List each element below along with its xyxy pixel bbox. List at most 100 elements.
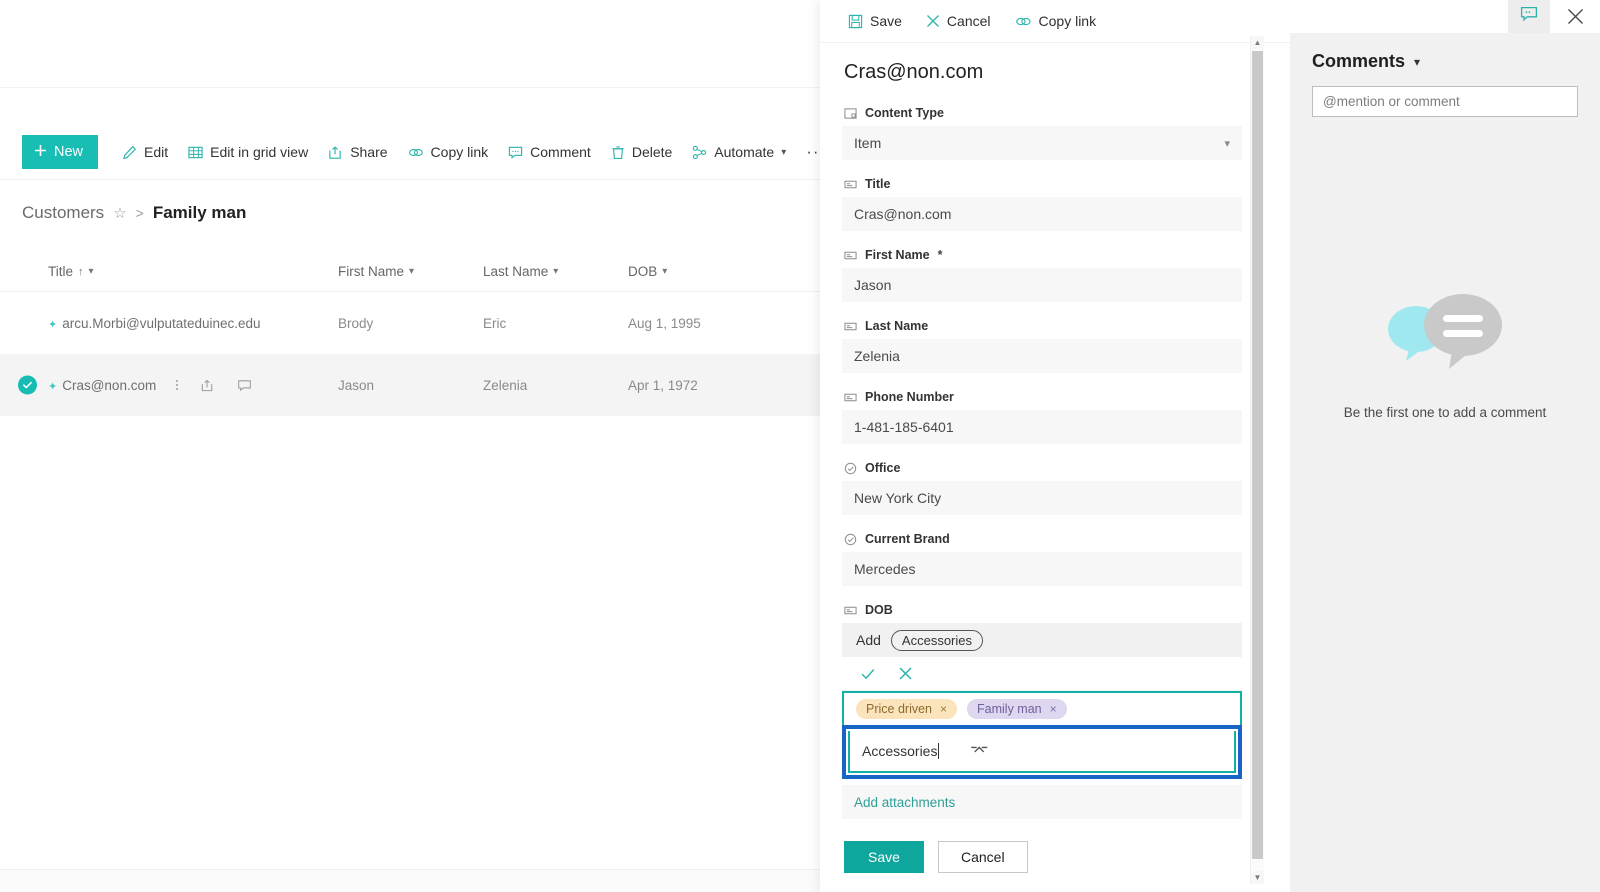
confirm-check-icon[interactable]	[860, 666, 876, 682]
column-header-first-name[interactable]: First Name ▾	[338, 264, 483, 279]
scrollbar-thumb[interactable]	[1252, 51, 1263, 859]
new-button[interactable]: New	[22, 135, 99, 169]
scroll-up-arrow-icon[interactable]: ▲	[1251, 36, 1264, 49]
chevron-down-icon[interactable]: ▾	[89, 266, 94, 277]
chevron-down-icon[interactable]: ▾	[553, 266, 558, 277]
field-label-dob: DOB	[842, 603, 1242, 617]
chevron-down-icon[interactable]: ▾	[1224, 137, 1230, 150]
tag-chip[interactable]: Family man ×	[967, 699, 1067, 719]
form-scrollbar[interactable]: ▲ ▼	[1250, 36, 1264, 884]
field-value-current-brand[interactable]: Mercedes	[842, 552, 1242, 586]
trash-icon	[611, 145, 625, 160]
field-value-office[interactable]: New York City	[842, 481, 1242, 515]
field-first-name: First Name * Jason	[842, 248, 1242, 302]
field-value-last-name-text: Zelenia	[854, 348, 900, 364]
column-header-last-name[interactable]: Last Name ▾	[483, 264, 628, 279]
cell-title[interactable]: ✦ Cras@non.com	[48, 378, 338, 393]
breadcrumb-current: Family man	[152, 203, 247, 222]
link-icon	[1015, 14, 1032, 29]
form-save-command-label: Save	[870, 13, 902, 29]
choice-icon	[844, 462, 857, 475]
chevron-down-icon[interactable]: ▾	[662, 266, 667, 277]
row-comment-icon[interactable]	[237, 378, 252, 393]
field-label-last-name-text: Last Name	[865, 319, 929, 333]
tag-remove-icon[interactable]: ×	[1050, 702, 1057, 716]
close-icon	[926, 14, 940, 28]
copy-link-label: Copy link	[430, 144, 489, 160]
field-value-content-type[interactable]: Item ▾	[842, 126, 1242, 160]
text-caret	[938, 743, 940, 759]
edit-button[interactable]: Edit	[112, 135, 178, 169]
table-row[interactable]: ✦ Cras@non.com Jason Zelenia Apr 1, 1972	[0, 354, 820, 416]
row-more-options-icon[interactable]	[176, 380, 179, 390]
column-header-dob[interactable]: DOB ▾	[628, 264, 758, 279]
form-save-command[interactable]: Save	[838, 5, 912, 37]
tag-suggestion-pill[interactable]: Accessories	[890, 629, 983, 651]
field-value-first-name[interactable]: Jason	[842, 268, 1242, 302]
tag-remove-icon[interactable]: ×	[940, 702, 947, 716]
field-label-dob-text: DOB	[865, 603, 893, 617]
list-bottom-strip	[0, 869, 820, 892]
pencil-icon	[122, 145, 137, 160]
sharepoint-list-item-editor: New Edit Edit in grid view Share Copy li…	[0, 0, 1600, 892]
automate-button[interactable]: Automate ▾	[682, 135, 796, 169]
form-action-buttons: Save Cancel	[842, 841, 1242, 873]
cancel-button[interactable]: Cancel	[938, 841, 1028, 873]
chevron-down-icon[interactable]: ▾	[1414, 55, 1420, 69]
row-actions	[176, 378, 252, 393]
row-share-icon[interactable]	[200, 378, 215, 393]
table-header-row: Title ↑ ▾ First Name ▾ Last Name ▾ DOB ▾	[0, 252, 820, 292]
form-cancel-command-label: Cancel	[946, 13, 991, 29]
cell-title[interactable]: ✦ arcu.Morbi@vulputateduinec.edu	[48, 316, 338, 331]
favorite-star-icon[interactable]: ☆	[113, 204, 126, 222]
field-current-brand: Current Brand Mercedes	[842, 532, 1242, 586]
field-value-last-name[interactable]: Zelenia	[842, 339, 1242, 373]
comment-button-label: Comment	[530, 144, 591, 160]
tag-chip-label: Family man	[977, 702, 1042, 716]
form-command-bar: Save Cancel Copy link	[820, 0, 1290, 43]
confirm-cancel-icon[interactable]	[898, 666, 913, 681]
tag-chip-container[interactable]: Price driven × Family man ×	[842, 691, 1242, 727]
chevron-down-icon[interactable]: ▾	[409, 266, 414, 277]
column-header-title[interactable]: Title ↑ ▾	[48, 264, 338, 279]
edit-grid-button[interactable]: Edit in grid view	[178, 135, 318, 169]
table-row[interactable]: ✦ arcu.Morbi@vulputateduinec.edu Brody E…	[0, 292, 820, 354]
comments-title-text: Comments	[1312, 51, 1406, 71]
delete-button[interactable]: Delete	[601, 135, 682, 169]
row-selection-checkbox[interactable]	[18, 375, 37, 395]
tag-chip[interactable]: Price driven ×	[856, 699, 958, 719]
comment-button[interactable]: Comment	[498, 135, 601, 169]
field-label-content-type: Content Type	[842, 106, 1242, 120]
field-label-current-brand: Current Brand	[842, 532, 1242, 546]
more-commands-button[interactable]: ···	[796, 142, 820, 162]
field-value-current-brand-text: Mercedes	[854, 561, 916, 577]
tag-suggestion-row[interactable]: Add Accessories	[842, 623, 1242, 657]
share-button[interactable]: Share	[318, 135, 397, 169]
cell-title-text: arcu.Morbi@vulputateduinec.edu	[62, 315, 261, 331]
cell-last-name: Zelenia	[483, 377, 528, 393]
tag-text-input[interactable]: Accessories ⌤	[848, 731, 1236, 773]
empty-comments-text: Be the first one to add a comment	[1343, 405, 1547, 420]
form-body: Cras@non.com Content Type Item ▾ Title C…	[820, 43, 1290, 873]
chevron-down-icon: ▾	[781, 146, 787, 158]
text-icon	[844, 320, 857, 333]
tag-text-input-text: Accessories	[862, 743, 938, 759]
comment-input[interactable]	[1312, 86, 1578, 117]
close-panel-button[interactable]	[1550, 0, 1600, 33]
field-last-name: Last Name Zelenia	[842, 319, 1242, 373]
automate-button-label: Automate	[714, 144, 775, 160]
field-value-phone-number[interactable]: 1-481-185-6401	[842, 410, 1242, 444]
edit-button-label: Edit	[144, 144, 169, 160]
breadcrumb-root[interactable]: Customers	[22, 203, 104, 223]
field-label-last-name: Last Name	[842, 319, 1242, 333]
form-cancel-command[interactable]: Cancel	[916, 5, 1001, 37]
save-button[interactable]: Save	[844, 841, 924, 873]
add-attachments-link[interactable]: Add attachments	[842, 785, 1242, 819]
scroll-down-arrow-icon[interactable]: ▼	[1251, 871, 1264, 884]
item-edit-panel: Save Cancel Copy link Cras@non.com Conte…	[820, 0, 1290, 892]
form-copy-link-command[interactable]: Copy link	[1005, 5, 1107, 37]
copy-link-button[interactable]: Copy link	[398, 135, 499, 169]
toggle-comments-button[interactable]	[1508, 0, 1550, 33]
field-value-title[interactable]: Cras@non.com	[842, 197, 1242, 231]
new-item-sparkle-icon: ✦	[48, 318, 58, 331]
